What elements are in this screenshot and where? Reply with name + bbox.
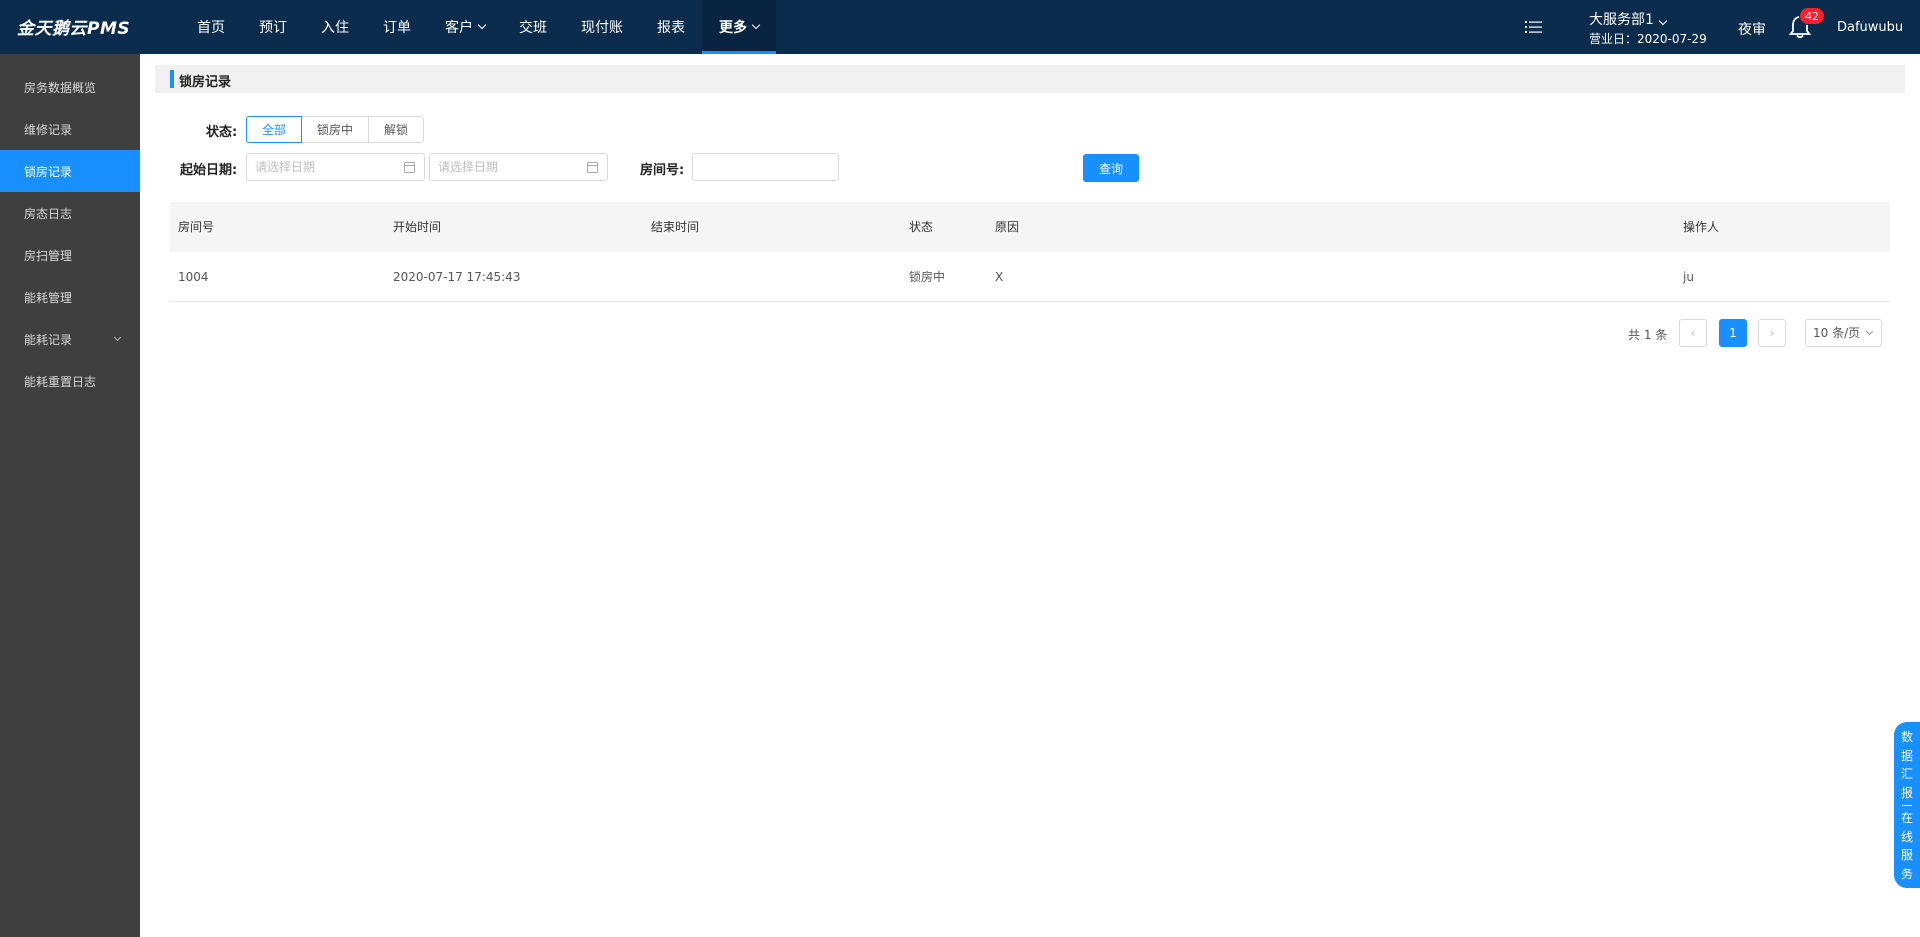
float-tab-char: 在 [1900, 811, 1913, 825]
float-tab-char: 汇 [1900, 767, 1913, 781]
status-label: 状态: [206, 125, 238, 140]
sidebar-item-label: 维修记录 [24, 122, 73, 137]
sidebar-item-label: 能耗管理 [24, 290, 73, 305]
float-tab-char: 线 [1900, 829, 1913, 844]
cell-start-time: 2020-07-17 17:45:43 [393, 270, 521, 284]
nav-more[interactable]: 更多 [702, 0, 776, 54]
query-button[interactable]: 查询 [1083, 154, 1139, 182]
nav-shift[interactable]: 交班 [502, 0, 564, 54]
status-filter: 全部 锁房中 解锁 [246, 116, 425, 143]
page-header: 锁房记录 [155, 65, 1905, 93]
lock-records-table: 房间号 开始时间 结束时间 状态 原因 操作人 1004 2020-07-17 … [170, 202, 1890, 302]
calendar-icon [587, 162, 598, 173]
table-row: 1004 2020-07-17 17:45:43 锁房中 X ju [170, 252, 1890, 302]
night-audit-button[interactable]: 夜审 [1738, 19, 1766, 39]
nav-label: 现付账 [581, 20, 623, 36]
nav-checkin[interactable]: 入住 [304, 0, 366, 54]
nav-label: 首页 [197, 20, 225, 36]
end-date-field[interactable] [429, 153, 608, 181]
sidebar-item-label: 锁房记录 [24, 164, 73, 179]
sidebar-item-room-overview[interactable]: 房务数据概览 [0, 66, 140, 108]
sidebar-item-label: 房态日志 [24, 206, 73, 221]
sidebar: 房务数据概览 维修记录 锁房记录 房态日志 房扫管理 能耗管理 能耗记录 能耗重… [0, 54, 140, 937]
nav-label: 订单 [383, 20, 411, 36]
chevron-down-icon [1658, 16, 1668, 26]
nav-reports[interactable]: 报表 [640, 0, 702, 54]
cell-operator: ju [1683, 270, 1694, 284]
status-option-locked[interactable]: 锁房中 [301, 116, 370, 143]
chevron-down-icon [751, 20, 761, 30]
table-header: 房间号 开始时间 结束时间 状态 原因 操作人 [170, 202, 1890, 252]
start-date-field[interactable] [246, 153, 425, 181]
nav-customers[interactable]: 客户 [428, 0, 502, 54]
status-option-all[interactable]: 全部 [246, 116, 303, 143]
start-date-input[interactable] [247, 154, 424, 180]
room-number-input[interactable] [693, 154, 838, 180]
next-page-button[interactable]: › [1758, 319, 1786, 347]
nav-label: 客户 [445, 20, 473, 36]
floating-service-tab[interactable]: 数 据 汇 报 在 线 服 务 [1894, 722, 1920, 888]
nav-label: 更多 [719, 20, 747, 36]
top-bar: 金天鹅云PMS 首页 预订 入住 订单 客户 交班 现付账 报表 更多 大服务部… [0, 0, 1920, 54]
nav-home[interactable]: 首页 [180, 0, 242, 54]
column-header-room: 房间号 [178, 220, 215, 234]
date-label: 起始日期: [180, 163, 238, 178]
cell-status: 锁房中 [909, 270, 946, 284]
nav-reservation[interactable]: 预订 [242, 0, 304, 54]
nav-label: 预订 [259, 20, 287, 36]
chevron-down-icon [477, 20, 487, 30]
department-selector[interactable]: 大服务部1 [1589, 9, 1668, 29]
calendar-icon [404, 162, 415, 173]
nav-label: 报表 [657, 20, 685, 36]
pagination-total: 共 1 条 [1628, 328, 1668, 342]
page-size-value: 10 条/页 [1813, 326, 1861, 340]
cell-reason: X [995, 270, 1004, 284]
sidebar-item-label: 房扫管理 [24, 248, 73, 263]
nav-cash-account[interactable]: 现付账 [564, 0, 640, 54]
sidebar-item-label: 能耗重置日志 [24, 374, 97, 389]
page-title: 锁房记录 [179, 75, 232, 90]
float-tab-char: 数 [1900, 730, 1913, 744]
column-header-reason: 原因 [995, 220, 1020, 234]
sidebar-item-energy-reset-log[interactable]: 能耗重置日志 [0, 360, 140, 402]
float-tab-divider [1902, 805, 1912, 806]
chevron-down-icon [113, 333, 122, 342]
column-header-end-time: 结束时间 [651, 220, 700, 234]
nav-label: 入住 [321, 20, 349, 36]
sidebar-item-label: 能耗记录 [24, 332, 73, 347]
float-tab-char: 务 [1900, 866, 1913, 881]
float-tab-char: 据 [1900, 748, 1913, 763]
cell-room: 1004 [178, 270, 209, 284]
sidebar-item-energy-records[interactable]: 能耗记录 [0, 318, 140, 360]
sidebar-item-maintenance[interactable]: 维修记录 [0, 108, 140, 150]
sidebar-item-room-status-log[interactable]: 房态日志 [0, 192, 140, 234]
column-header-operator: 操作人 [1683, 220, 1720, 234]
notification-badge: 42 [1799, 7, 1825, 25]
sidebar-item-housekeeping[interactable]: 房扫管理 [0, 234, 140, 276]
user-name[interactable]: Dafuwubu [1837, 20, 1903, 35]
column-header-status: 状态 [909, 220, 934, 234]
room-number-label: 房间号: [640, 163, 685, 178]
nav-label: 交班 [519, 20, 547, 36]
column-header-start-time: 开始时间 [393, 220, 442, 234]
prev-page-button[interactable]: ‹ [1679, 319, 1707, 347]
sidebar-item-lock-records[interactable]: 锁房记录 [0, 150, 140, 192]
nav-orders[interactable]: 订单 [366, 0, 428, 54]
department-name: 大服务部1 [1589, 12, 1654, 28]
float-tab-char: 服 [1900, 848, 1913, 862]
sidebar-item-label: 房务数据概览 [24, 80, 97, 95]
title-accent-bar [170, 70, 174, 88]
page-size-select[interactable]: 10 条/页 [1805, 319, 1882, 347]
float-tab-char: 报 [1900, 785, 1913, 800]
business-day: 营业日：2020-07-29 [1589, 32, 1707, 46]
chevron-down-icon [1865, 327, 1874, 336]
status-option-unlocked[interactable]: 解锁 [368, 116, 425, 143]
room-number-field[interactable] [692, 153, 839, 181]
app-logo[interactable]: 金天鹅云PMS [17, 14, 130, 39]
sidebar-item-energy-management[interactable]: 能耗管理 [0, 276, 140, 318]
end-date-input[interactable] [430, 154, 607, 180]
page-1-button[interactable]: 1 [1719, 319, 1747, 347]
main-nav: 首页 预订 入住 订单 客户 交班 现付账 报表 更多 [180, 0, 776, 54]
list-icon[interactable] [1525, 20, 1543, 34]
